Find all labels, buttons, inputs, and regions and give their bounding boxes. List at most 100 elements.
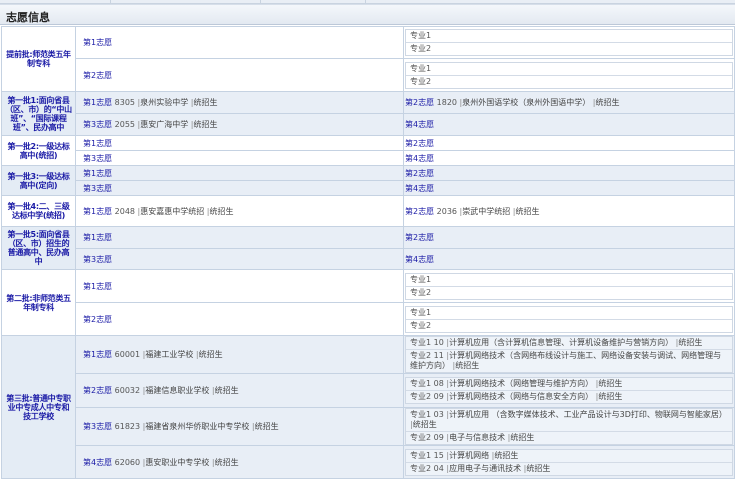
majors-list: 专业1 专业2 [405, 61, 733, 89]
choice-label[interactable]: 第2志愿 [83, 315, 112, 324]
choice-cell[interactable]: 第2志愿 [75, 58, 404, 92]
choice-label[interactable]: 第2志愿 [405, 98, 434, 107]
choice-label[interactable]: 第2志愿 [83, 71, 112, 80]
choice-code: 1820 [436, 98, 457, 107]
major-name: 计算机网络技术（网络管理与维护方向） [449, 379, 594, 388]
choice-cell[interactable]: 第4志愿 [403, 180, 735, 196]
batch-category: 第一批2:一级达标高中(统招) [1, 135, 76, 166]
choice-cell[interactable]: 第1志愿 2048 |惠安嘉惠中学统招 |统招生 [75, 195, 404, 227]
choice-cell[interactable]: 第2志愿 [75, 302, 404, 336]
choice-cell[interactable]: 第1志愿 [75, 26, 404, 59]
choice-label[interactable]: 第1志愿 [83, 139, 112, 148]
major-item[interactable]: 专业2 09 |计算机网络技术（网络与信息安全方向） |统招生 [406, 391, 732, 403]
choice-cell[interactable]: 第1志愿 [75, 226, 404, 249]
choice-cell[interactable]: 第2志愿 2036 |崇武中学统招 |统招生 [403, 195, 735, 227]
choice-school: 泉州外国语学校（泉州外国语中学） [462, 98, 591, 107]
majors-cell: 专业1 专业2 [403, 302, 735, 336]
choice-label[interactable]: 第1志愿 [83, 98, 112, 107]
major-label: 专业1 [410, 63, 432, 73]
major-label: 专业2 [410, 433, 432, 442]
major-item[interactable]: 专业2 [406, 320, 732, 332]
major-item[interactable]: 专业1 [406, 274, 732, 287]
choice-label[interactable]: 第2志愿 [405, 139, 434, 148]
choice-cell[interactable]: 第1志愿 60001 |福建工业学校 |统招生 [75, 335, 404, 374]
choice-cell[interactable]: 第1志愿 [75, 165, 404, 181]
table-row: 第3志愿 第4志愿 [2, 180, 735, 196]
choice-cell[interactable]: 第1志愿 8305 |泉州实验中学 |统招生 [75, 91, 404, 114]
choice-cell[interactable]: 第2志愿 1820 |泉州外国语学校（泉州外国语中学） |统招生 [403, 91, 735, 114]
batch-category: 第一批4:二、三级达标中学(统招) [1, 195, 76, 227]
major-name: 计算机网络技术（网络与信息安全方向） [449, 392, 594, 401]
major-item[interactable]: 专业2 [406, 76, 732, 88]
choice-school: 惠安嘉惠中学统招 [140, 206, 205, 216]
choice-cell[interactable]: 第3志愿 2055 |惠安广海中学 |统招生 [75, 113, 404, 136]
choice-cell[interactable]: 第4志愿 62060 |惠安职业中专学校 |统招生 [75, 445, 404, 479]
choice-cell[interactable]: 第2志愿 [403, 226, 735, 249]
choice-cell[interactable]: 第2志愿 [403, 165, 735, 181]
choice-cell[interactable]: 第2志愿 60032 |福建信息职业学校 |统招生 [75, 373, 404, 408]
choice-label[interactable]: 第1志愿 [83, 282, 112, 291]
choice-school: 惠安广海中学 [140, 120, 189, 129]
choice-label[interactable]: 第4志愿 [405, 184, 434, 193]
major-item[interactable]: 专业2 04 |应用电子与通讯技术 |统招生 [406, 462, 732, 475]
choice-label[interactable]: 第4志愿 [405, 120, 434, 129]
choice-label[interactable]: 第1志愿 [83, 38, 112, 47]
choice-school: 泉州实验中学 [140, 98, 189, 107]
choice-code: 61823 [114, 422, 141, 431]
major-item[interactable]: 专业1 15 |计算机网络 |统招生 [406, 449, 732, 463]
choice-cell[interactable]: 第3志愿 61823 |福建省泉州华侨职业中专学校 |统招生 [75, 407, 404, 446]
choice-cell[interactable]: 第4志愿 [403, 248, 735, 270]
major-item[interactable]: 专业1 [406, 63, 732, 76]
major-item[interactable]: 专业1 [406, 30, 732, 43]
major-name: 电子与信息技术 [449, 433, 506, 442]
major-item[interactable]: 专业1 [406, 307, 732, 320]
major-label: 专业2 [410, 392, 432, 401]
choice-cell[interactable]: 第3志愿 [75, 180, 404, 196]
choice-label[interactable]: 第4志愿 [83, 458, 112, 467]
choice-label[interactable]: 第2志愿 [83, 386, 112, 395]
major-label: 专业2 [410, 320, 432, 330]
table-row: 第一批4:二、三级达标中学(统招) 第1志愿 2048 |惠安嘉惠中学统招 |统招… [1, 195, 735, 227]
choice-label[interactable]: 第3志愿 [83, 422, 112, 431]
table-row: 第一批2:一级达标高中(统招) 第1志愿 第2志愿 [1, 135, 735, 166]
major-code: 03 [433, 410, 444, 419]
choice-label[interactable]: 第1志愿 [83, 207, 112, 216]
major-plan: 统招生 [455, 361, 480, 370]
choice-cell[interactable]: 第1志愿 [75, 135, 404, 151]
table-row: 第3志愿 2055 |惠安广海中学 |统招生 第4志愿 [2, 113, 735, 136]
major-item[interactable]: 专业2 11 |计算机网络技术（含网络布线设计与施工、网络设备安装与调试、网络管… [406, 350, 732, 372]
majors-list: 专业1 专业2 [405, 272, 733, 300]
major-item[interactable]: 专业1 10 |计算机应用（含计算机信息管理、计算机设备维护与营销方向） |统招… [406, 337, 732, 350]
choice-label[interactable]: 第2志愿 [405, 233, 434, 242]
major-plan: 统招生 [412, 420, 437, 429]
choice-cell[interactable]: 第3志愿 [75, 248, 404, 270]
choice-label[interactable]: 第3志愿 [83, 120, 112, 129]
choice-label[interactable]: 第3志愿 [83, 184, 112, 193]
choice-label[interactable]: 第1志愿 [83, 169, 112, 178]
major-item[interactable]: 专业2 09 |电子与信息技术 |统招生 [406, 432, 732, 444]
choice-label[interactable]: 第4志愿 [405, 255, 434, 264]
choice-label[interactable]: 第3志愿 [83, 255, 112, 264]
choice-cell[interactable]: 第4志愿 [403, 113, 735, 136]
major-item[interactable]: 专业2 [406, 287, 732, 299]
batch-category: 第三批:普通中专职业中专成人中专和技工学校 [1, 335, 76, 479]
choice-cell[interactable]: 第2志愿 [403, 135, 735, 151]
choice-cell[interactable]: 第1志愿 [75, 269, 404, 303]
choice-label[interactable]: 第2志愿 [405, 207, 434, 216]
choice-label[interactable]: 第2志愿 [405, 169, 434, 178]
major-item[interactable]: 专业1 03 |计算机应用 （含数字媒体技术、工业产品设计与3D打印、物联网与智… [406, 409, 732, 432]
major-plan: 统招生 [494, 450, 519, 460]
choice-label[interactable]: 第1志愿 [83, 350, 112, 359]
major-item[interactable]: 专业1 08 |计算机网络技术（网络管理与维护方向） |统招生 [406, 378, 732, 391]
major-name: 计算机应用（含计算机信息管理、计算机设备维护与营销方向） [449, 338, 674, 347]
choice-cell[interactable]: 第3志愿 [75, 150, 404, 166]
major-code: 09 [433, 433, 444, 442]
majors-list: 专业1 专业2 [405, 305, 733, 333]
choice-code: 62060 [114, 457, 141, 467]
choice-cell[interactable]: 第4志愿 [403, 150, 735, 166]
choice-label[interactable]: 第1志愿 [83, 233, 112, 242]
choice-code: 2055 [114, 120, 135, 129]
major-item[interactable]: 专业2 [406, 43, 732, 55]
choice-label[interactable]: 第3志愿 [83, 154, 112, 163]
choice-label[interactable]: 第4志愿 [405, 154, 434, 163]
